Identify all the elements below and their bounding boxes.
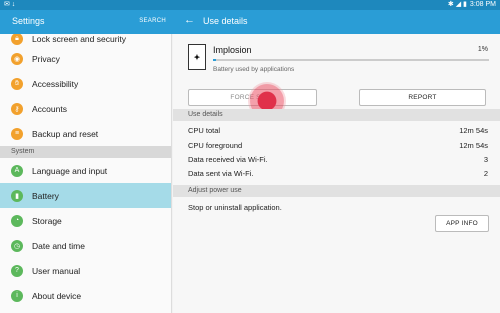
manual-icon: ? — [11, 264, 23, 277]
settings-title: Settings — [12, 16, 45, 26]
clock-icon: ◷ — [11, 239, 23, 252]
list-item-label: Date and time — [32, 240, 85, 251]
language-icon: A — [11, 164, 23, 177]
detail-row: CPU total 12m 54s — [188, 126, 488, 140]
info-icon: i — [11, 289, 23, 302]
list-item-backup[interactable]: ≡ Backup and reset — [0, 121, 171, 146]
list-item-user-manual[interactable]: ? User manual — [0, 258, 171, 283]
detail-value: 12m 54s — [459, 126, 488, 135]
list-item-about-device[interactable]: i About device — [0, 283, 171, 308]
app-subtitle: Battery used by applications — [213, 66, 295, 73]
list-item-date-time[interactable]: ◷ Date and time — [0, 233, 171, 258]
settings-header: Settings SEARCH — [0, 10, 172, 34]
list-item-label: Backup and reset — [32, 128, 99, 139]
detail-row: Data sent via Wi-Fi. 2 — [188, 169, 488, 183]
status-icons: ✱ ◢ ▮ — [447, 1, 467, 8]
detail-row: Data received via Wi-Fi. 3 — [188, 155, 488, 169]
accessibility-icon: ✋︎ — [11, 77, 23, 90]
app-info-button[interactable]: APP INFO — [435, 215, 489, 232]
battery-percent: 1% — [477, 46, 488, 53]
list-item-label: Storage — [32, 215, 62, 226]
list-item-accessibility[interactable]: ✋︎ Accessibility — [0, 71, 171, 96]
backup-icon: ≡ — [11, 127, 23, 140]
list-item-lock-screen[interactable]: 🔒︎ Lock screen and security — [0, 34, 171, 46]
list-item-label: Lock screen and security — [32, 34, 127, 44]
app-icon: ✦ — [188, 44, 206, 70]
detail-value: 2 — [483, 169, 488, 178]
list-item-battery[interactable]: ▮ Battery — [0, 183, 171, 208]
page-title: Use details — [203, 16, 248, 26]
list-item-label: User manual — [32, 265, 81, 276]
use-details-section: Use details — [173, 109, 500, 121]
list-item-label: Battery — [32, 190, 59, 201]
adjust-power-section: Adjust power use — [173, 185, 500, 197]
use-details-header: ← Use details — [172, 10, 500, 34]
list-item-accounts[interactable]: ⚷ Accounts — [0, 96, 171, 121]
notification-icons: ✉ ↓ — [4, 1, 16, 8]
section-system: System — [0, 146, 171, 158]
list-item-label: Accessibility — [32, 78, 79, 89]
usage-progress-fill — [213, 59, 216, 61]
list-item-label: Language and input — [32, 165, 108, 176]
list-item-label: Accounts — [32, 103, 67, 114]
list-item-privacy[interactable]: ◉ Privacy — [0, 46, 171, 71]
settings-list: 🔒︎ Lock screen and security ◉ Privacy ✋︎… — [0, 34, 172, 313]
clock-time: 3:08 PM — [469, 1, 496, 8]
detail-label: CPU total — [188, 126, 221, 135]
detail-value: 3 — [483, 155, 488, 164]
list-item-label: Privacy — [32, 53, 60, 64]
stop-uninstall-text: Stop or uninstall application. — [188, 203, 282, 212]
usage-progress-bar — [213, 59, 489, 61]
list-item-storage[interactable]: ◔ Storage — [0, 208, 171, 233]
app-name: Implosion — [213, 45, 252, 55]
battery-icon: ▮ — [11, 189, 23, 202]
back-arrow-icon[interactable]: ← — [184, 14, 195, 26]
report-button[interactable]: REPORT — [359, 89, 486, 106]
use-details-panel: ✦ Implosion 1% Battery used by applicati… — [173, 34, 500, 313]
status-bar: ✉ ↓ ✱ ◢ ▮ 3:08 PM — [0, 0, 500, 10]
privacy-icon: ◉ — [11, 52, 23, 65]
detail-label: Data received via Wi-Fi. — [188, 155, 268, 164]
lock-icon: 🔒︎ — [11, 34, 23, 45]
search-button[interactable]: SEARCH — [139, 18, 166, 24]
list-item-label: About device — [32, 290, 82, 301]
detail-label: CPU foreground — [188, 141, 243, 150]
detail-value: 12m 54s — [459, 141, 488, 150]
list-item-language[interactable]: A Language and input — [0, 158, 171, 183]
key-icon: ⚷ — [11, 102, 23, 115]
status-right: ✱ ◢ ▮ 3:08 PM — [448, 0, 496, 10]
detail-row: CPU foreground 12m 54s — [188, 141, 488, 155]
storage-icon: ◔ — [11, 214, 23, 227]
detail-label: Data sent via Wi-Fi. — [188, 169, 254, 178]
